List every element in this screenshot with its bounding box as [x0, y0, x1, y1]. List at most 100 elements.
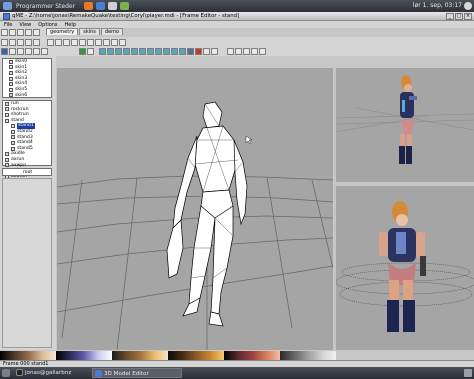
file-toolbar [0, 28, 46, 37]
wireframe-view [57, 101, 333, 350]
info-icon[interactable] [259, 48, 266, 55]
minimize-button[interactable]: _ [446, 13, 454, 20]
view-quad-icon[interactable] [147, 48, 154, 55]
scale-icon[interactable] [103, 38, 110, 46]
delete-icon[interactable] [25, 38, 32, 46]
palette-swatch-e[interactable] [224, 351, 280, 360]
lighting-icon[interactable] [155, 48, 162, 55]
view-split-icon[interactable] [139, 48, 146, 55]
save-as-icon[interactable] [25, 29, 32, 36]
wireframe-icon[interactable] [41, 48, 48, 55]
power-icon[interactable] [464, 2, 472, 10]
sync-icon[interactable] [227, 48, 234, 55]
folder-icon[interactable] [9, 29, 16, 36]
close-button[interactable]: × [464, 13, 472, 20]
task-terminal[interactable]: jonas@gallarbnz [14, 368, 86, 378]
palette-swatch-d[interactable] [168, 351, 224, 360]
show-desktop-icon[interactable] [2, 369, 10, 377]
tree-item-label: run [11, 101, 19, 107]
texture-icon[interactable] [163, 48, 170, 55]
maximize-button[interactable]: □ [455, 13, 463, 20]
palette-swatch-a[interactable] [0, 351, 56, 360]
palette-swatch-b[interactable] [56, 351, 112, 360]
menu-file[interactable]: File [4, 22, 12, 28]
firefox-icon[interactable] [84, 2, 94, 10]
paste-icon[interactable] [17, 38, 24, 46]
tab-demo[interactable]: demo [100, 28, 124, 35]
orbit-icon[interactable] [33, 48, 40, 55]
palette-swatch-f[interactable] [280, 351, 336, 360]
grid-icon[interactable] [55, 38, 62, 46]
undo-icon[interactable] [33, 29, 40, 36]
folder-icon [5, 152, 9, 157]
view-front-icon[interactable] [99, 48, 106, 55]
select-icon[interactable] [79, 38, 86, 46]
file-manager-icon[interactable] [120, 2, 130, 10]
clock[interactable]: lør 1. sep, 03:17 [413, 2, 462, 9]
center-icon[interactable] [119, 38, 126, 46]
left-panel: skin0 skin1 skin2 skin3 skin4 skin5 skin… [0, 56, 56, 350]
view-top-icon[interactable] [115, 48, 122, 55]
settings-icon[interactable] [243, 48, 250, 55]
zoom-icon[interactable] [17, 48, 24, 55]
tree-item-label: stand4 [17, 140, 33, 146]
camera-icon[interactable] [187, 48, 194, 55]
triangle-icon[interactable] [71, 38, 78, 46]
color-palette[interactable] [0, 351, 336, 360]
skin-icon [9, 70, 13, 75]
edit-toolbar [0, 37, 474, 47]
pan-icon[interactable] [25, 48, 32, 55]
menu-options[interactable]: Options [38, 22, 57, 28]
origin-field[interactable]: root [2, 168, 52, 176]
export-icon[interactable] [251, 48, 258, 55]
new-file-icon[interactable] [1, 29, 8, 36]
list-item[interactable]: skin6 [3, 93, 51, 99]
side-viewport[interactable] [336, 68, 474, 182]
step-icon[interactable] [87, 48, 94, 55]
mirror-icon[interactable] [111, 38, 118, 46]
tab-skins[interactable]: skins [79, 28, 100, 35]
play-icon[interactable] [79, 48, 86, 55]
view-side-icon[interactable] [107, 48, 114, 55]
loop-icon[interactable] [211, 48, 218, 55]
stop-icon[interactable] [203, 48, 210, 55]
view-3d-icon[interactable] [123, 48, 130, 55]
save-icon[interactable] [17, 29, 24, 36]
normals-icon[interactable] [179, 48, 186, 55]
terminal-icon[interactable] [108, 2, 118, 10]
view-single-icon[interactable] [131, 48, 138, 55]
skin-icon [9, 87, 13, 92]
task-3d-model-editor[interactable]: 3D Model Editor [92, 368, 182, 378]
folder-icon [5, 112, 9, 117]
mode-tabs: geometry skins demo [46, 28, 124, 35]
tab-geometry[interactable]: geometry [46, 28, 79, 35]
pointer-icon[interactable] [1, 48, 8, 55]
window-titlebar[interactable]: qME - Z:\home\jonas\RemakeQuake\testing\… [0, 12, 474, 21]
smooth-icon[interactable] [171, 48, 178, 55]
cut-icon[interactable] [1, 38, 8, 46]
cursor-icon[interactable] [9, 48, 16, 55]
menu-view[interactable]: View [19, 22, 31, 28]
perspective-viewport[interactable] [336, 186, 474, 350]
app-icon[interactable] [3, 13, 10, 20]
frame-tree[interactable]: run rockrun shotrun stand stand1 stand2 stand3… [2, 100, 52, 184]
folder-icon [5, 118, 9, 123]
palette-swatch-c[interactable] [112, 351, 168, 360]
vertex-icon[interactable] [63, 38, 70, 46]
copy-icon[interactable] [9, 38, 16, 46]
rotate-icon[interactable] [95, 38, 102, 46]
desktop-menu-icon[interactable] [3, 2, 12, 10]
refresh-icon[interactable] [235, 48, 242, 55]
mail-icon[interactable] [96, 2, 106, 10]
box-icon[interactable] [47, 38, 54, 46]
applications-menu[interactable]: Programmer Steder [16, 3, 75, 10]
window-title: qME - Z:\home\jonas\RemakeQuake\testing\… [12, 13, 240, 19]
properties-icon[interactable] [33, 38, 40, 46]
move-icon[interactable] [87, 38, 94, 46]
trash-icon[interactable] [464, 369, 472, 377]
skin-icon [9, 93, 13, 98]
main-viewport[interactable] [57, 68, 333, 350]
menu-help[interactable]: Help [65, 22, 76, 28]
record-icon[interactable] [195, 48, 202, 55]
skins-list[interactable]: skin0 skin1 skin2 skin3 skin4 skin5 skin… [2, 58, 52, 98]
